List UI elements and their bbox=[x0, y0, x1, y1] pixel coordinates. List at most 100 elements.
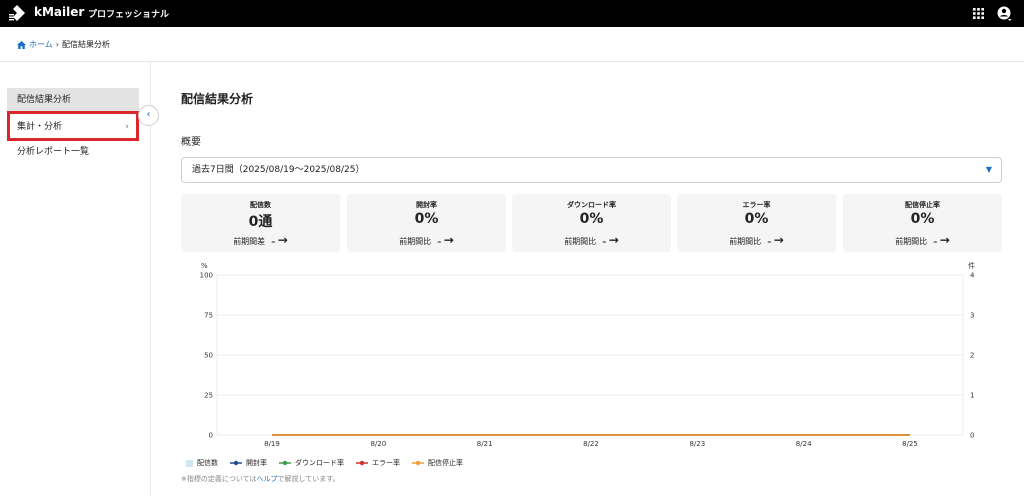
kpi-title: 配信数 bbox=[250, 201, 271, 209]
kpi-value: 0% bbox=[414, 211, 439, 227]
legend-label: エラー率 bbox=[372, 459, 400, 467]
legend-swatch bbox=[356, 460, 368, 466]
kpi-compare-label: 前期間比 bbox=[399, 237, 432, 246]
x-tick-label: 8/22 bbox=[583, 440, 599, 448]
kpi-compare-label: 前期間比 bbox=[895, 237, 928, 246]
edition-label: プロフェッショナル bbox=[88, 10, 170, 20]
legend-label: 配信数 bbox=[197, 459, 218, 467]
section-title: 概要 bbox=[181, 137, 201, 148]
arrow-right-icon: → bbox=[773, 233, 784, 247]
kpi-compare-value: – bbox=[602, 237, 607, 246]
apps-grid-icon[interactable] bbox=[973, 8, 984, 19]
help-note-suffix: で解説しています。 bbox=[277, 475, 340, 483]
y-left-tick-label: 100 bbox=[200, 272, 213, 280]
legend-item[interactable]: 開封率 bbox=[230, 458, 267, 468]
arrow-right-icon: → bbox=[939, 233, 950, 247]
kpi-comparison: 前期間比 – → bbox=[677, 233, 836, 247]
caret-down-icon: ▼ bbox=[985, 165, 992, 174]
legend-label: 開封率 bbox=[246, 459, 267, 467]
period-select[interactable]: 過去7日間（2025/08/19〜2025/08/25） ▼ bbox=[181, 157, 1002, 183]
x-tick-label: 8/25 bbox=[902, 440, 918, 448]
y-left-tick-label: 0 bbox=[209, 432, 213, 440]
help-link[interactable]: ヘルプ bbox=[257, 475, 278, 483]
kpi-card: ダウンロード率 0% 前期間比 – → bbox=[512, 194, 671, 252]
x-tick-label: 8/24 bbox=[796, 440, 812, 448]
kpi-compare-value: – bbox=[933, 237, 938, 246]
legend-swatch bbox=[230, 460, 242, 466]
kpi-card: 開封率 0% 前期間比 – → bbox=[347, 194, 506, 252]
kpi-title: ダウンロード率 bbox=[567, 201, 616, 209]
top-bar: kMailer プロフェッショナル bbox=[0, 0, 1024, 27]
account-icon[interactable] bbox=[997, 5, 1012, 22]
x-tick-label: 8/21 bbox=[477, 440, 493, 448]
legend-swatch bbox=[186, 459, 193, 467]
y-right-tick-label: 2 bbox=[970, 352, 974, 360]
help-note-prefix: ※指標の定義については bbox=[181, 475, 257, 483]
sidebar-divider bbox=[150, 62, 151, 496]
kpi-comparison: 前期間比 – → bbox=[512, 233, 671, 247]
kpi-card: 配信数 0通 前期間差 – → bbox=[181, 194, 340, 252]
legend-item[interactable]: 配信数 bbox=[186, 458, 218, 468]
y-left-tick-label: 50 bbox=[204, 352, 213, 360]
sidebar-item-delivery-analysis[interactable]: 配信結果分析 bbox=[7, 88, 139, 112]
arrow-right-icon: → bbox=[277, 233, 288, 247]
help-note: ※指標の定義についてはヘルプで解説しています。 bbox=[181, 474, 340, 484]
trend-chart: 0 25 50 75 100 0 1 2 3 4% 件 8/19 8/20 8/21 8/22 8/23 8/2… bbox=[200, 261, 975, 448]
brand-name: kMailer bbox=[34, 5, 85, 19]
kpi-compare-label: 前期間比 bbox=[564, 237, 597, 246]
arrow-right-icon: → bbox=[608, 233, 619, 247]
period-select-value: 過去7日間（2025/08/19〜2025/08/25） bbox=[192, 165, 365, 175]
kpi-value: 0通 bbox=[248, 214, 273, 230]
legend-item[interactable]: ダウンロード率 bbox=[279, 458, 344, 468]
kpi-value: 0% bbox=[910, 211, 935, 227]
sidebar-item-label: 配信結果分析 bbox=[17, 95, 72, 105]
sidebar-item-label: 集計・分析 bbox=[17, 122, 63, 132]
y-left-tick-label: 75 bbox=[204, 312, 213, 320]
kpi-card: エラー率 0% 前期間比 – → bbox=[677, 194, 836, 252]
y-right-tick-label: 0 bbox=[970, 432, 974, 440]
y-left-tick-label: 25 bbox=[204, 392, 213, 400]
breadcrumb-separator: › bbox=[55, 40, 59, 49]
sidebar-item-aggregate-analysis[interactable]: 集計・分析 › bbox=[7, 111, 139, 141]
arrow-right-icon: → bbox=[443, 233, 454, 247]
y-right-tick-label: 1 bbox=[970, 392, 974, 400]
y-right-tick-label: 4 bbox=[970, 272, 975, 280]
kpi-compare-label: 前期間比 bbox=[729, 237, 762, 246]
page-title: 配信結果分析 bbox=[181, 92, 254, 106]
kpi-title: 開封率 bbox=[416, 201, 437, 209]
x-tick-label: 8/19 bbox=[264, 440, 280, 448]
sidebar-collapse-button[interactable]: ‹ bbox=[138, 105, 159, 126]
legend-label: ダウンロード率 bbox=[295, 459, 344, 467]
legend-label: 配信停止率 bbox=[428, 459, 463, 467]
sidebar-item-report-list[interactable]: 分析レポート一覧 bbox=[7, 140, 139, 164]
legend-swatch bbox=[279, 460, 291, 466]
home-icon[interactable] bbox=[17, 40, 26, 49]
breadcrumb-current: 配信結果分析 bbox=[61, 40, 110, 49]
kpi-compare-value: – bbox=[271, 237, 276, 246]
chevron-right-icon: › bbox=[125, 122, 129, 132]
kpi-comparison: 前期間差 – → bbox=[181, 233, 340, 247]
kpi-comparison: 前期間比 – → bbox=[843, 233, 1002, 247]
y-right-unit-label: 件 bbox=[968, 261, 975, 270]
legend-item[interactable]: エラー率 bbox=[356, 458, 400, 468]
header-divider bbox=[0, 61, 1024, 62]
kpi-compare-label: 前期間差 bbox=[233, 237, 266, 246]
kmailer-logo-icon[interactable] bbox=[8, 4, 26, 22]
kpi-comparison: 前期間比 – → bbox=[347, 233, 506, 247]
legend-item[interactable]: 配信停止率 bbox=[412, 458, 463, 468]
chevron-left-icon: ‹ bbox=[146, 109, 151, 120]
breadcrumb-home-link[interactable]: ホーム bbox=[29, 39, 53, 50]
x-tick-label: 8/20 bbox=[370, 440, 386, 448]
kpi-value: 0% bbox=[579, 211, 604, 227]
kpi-card: 配信停止率 0% 前期間比 – → bbox=[843, 194, 1002, 252]
kpi-value: 0% bbox=[744, 211, 769, 227]
legend-swatch bbox=[412, 460, 424, 466]
x-tick-label: 8/23 bbox=[689, 440, 705, 448]
kpi-title: エラー率 bbox=[742, 201, 771, 209]
kpi-compare-value: – bbox=[437, 237, 442, 246]
sidebar-item-label: 分析レポート一覧 bbox=[17, 147, 90, 157]
breadcrumb: ホーム › 配信結果分析 bbox=[17, 39, 110, 50]
kpi-compare-value: – bbox=[767, 237, 772, 246]
chart-legend: 配信数 開封率 ダウンロード率 エラー率 配信停止率 bbox=[186, 458, 463, 468]
y-right-tick-label: 3 bbox=[970, 312, 974, 320]
